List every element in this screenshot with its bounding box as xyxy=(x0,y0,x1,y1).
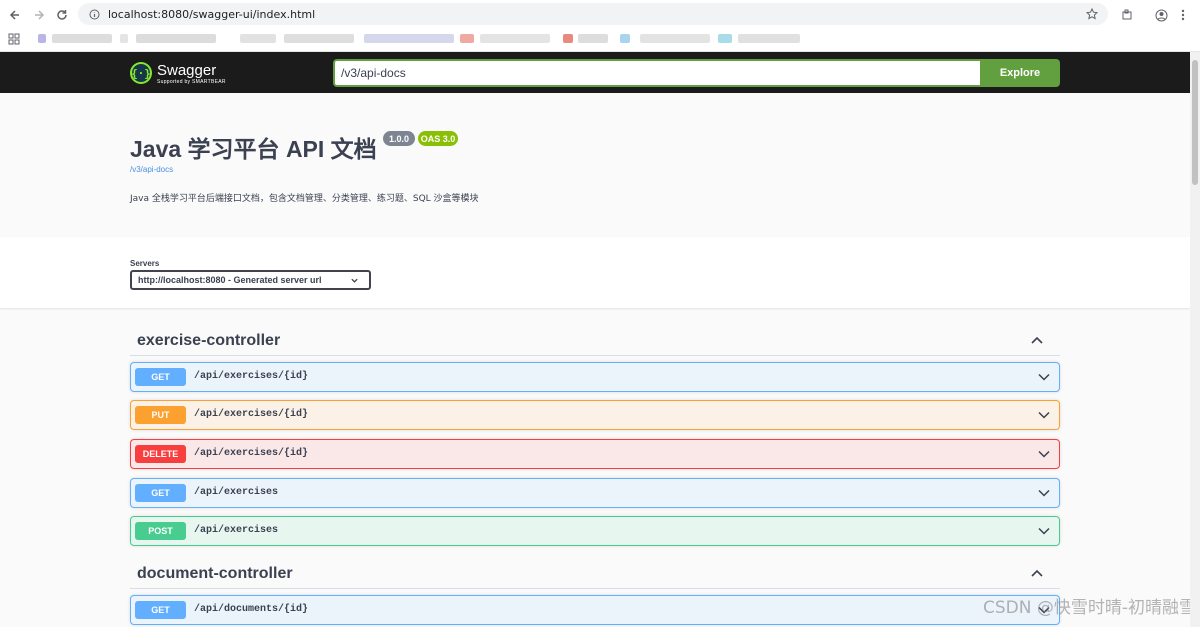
swagger-logo[interactable]: {·} Swagger Supported by SMARTBEAR xyxy=(129,59,229,87)
servers-select[interactable]: http://localhost:8080 - Generated server… xyxy=(130,270,371,290)
bookmark-item[interactable] xyxy=(640,34,710,43)
chevron-down-icon[interactable] xyxy=(1038,489,1050,497)
apps-grid-icon[interactable] xyxy=(8,33,20,45)
tag-header-exercise-controller[interactable]: exercise-controller xyxy=(130,326,1060,356)
site-info-icon[interactable] xyxy=(86,6,102,22)
bookmark-item[interactable] xyxy=(240,34,276,43)
page-scrollbar[interactable] xyxy=(1190,52,1200,627)
servers-selected-value: http://localhost:8080 - Generated server… xyxy=(138,275,322,285)
bookmark-item[interactable] xyxy=(563,34,573,43)
opblock-get-document-by-id[interactable]: GET /api/documents/{id} xyxy=(130,595,1060,625)
version-badge: 1.0.0 xyxy=(383,131,415,146)
servers-section: Servers http://localhost:8080 - Generate… xyxy=(0,237,1190,309)
method-badge: DELETE xyxy=(135,445,186,463)
bookmark-item[interactable] xyxy=(284,34,354,43)
chevron-up-icon[interactable] xyxy=(1030,568,1044,578)
bookmark-item[interactable] xyxy=(38,34,46,43)
bookmark-item[interactable] xyxy=(364,34,454,43)
opblock-get-exercise-by-id[interactable]: GET /api/exercises/{id} xyxy=(130,362,1060,392)
info-section: Java 学习平台 API 文档 1.0.0 OAS 3.0 /v3/api-d… xyxy=(0,93,1190,237)
chevron-down-icon[interactable] xyxy=(1038,411,1050,419)
method-badge: GET xyxy=(135,601,186,619)
oas-badge: OAS 3.0 xyxy=(418,131,458,146)
bookmarks-bar xyxy=(0,30,1200,50)
spec-link[interactable]: /v3/api-docs xyxy=(130,165,173,174)
chevron-up-icon[interactable] xyxy=(1030,335,1044,345)
swagger-logo-text: Swagger xyxy=(157,62,217,79)
bookmark-item[interactable] xyxy=(578,34,608,43)
operation-path: /api/exercises/{id} xyxy=(194,409,309,420)
servers-label: Servers xyxy=(130,259,160,268)
chevron-down-icon[interactable] xyxy=(1038,450,1050,458)
spec-url-input[interactable] xyxy=(333,59,980,87)
bookmark-item[interactable] xyxy=(120,34,128,43)
swagger-topbar: {·} Swagger Supported by SMARTBEAR Explo… xyxy=(0,52,1190,93)
url-text: localhost:8080/swagger-ui/index.html xyxy=(108,7,316,21)
chevron-down-icon xyxy=(351,278,358,283)
forward-icon[interactable] xyxy=(30,6,48,24)
operation-path: /api/exercises/{id} xyxy=(194,371,309,382)
reload-icon[interactable] xyxy=(53,6,71,24)
bookmark-item[interactable] xyxy=(460,34,474,43)
operations-section: exercise-controller GET /api/exercises/{… xyxy=(0,310,1190,627)
opblock-delete-exercise-by-id[interactable]: DELETE /api/exercises/{id} xyxy=(130,439,1060,469)
method-badge: PUT xyxy=(135,406,186,424)
swagger-logo-icon: {·} xyxy=(130,62,152,84)
address-bar[interactable]: localhost:8080/swagger-ui/index.html xyxy=(78,3,1108,25)
bookmark-item[interactable] xyxy=(480,34,550,43)
bookmark-item[interactable] xyxy=(620,34,630,43)
bookmark-item[interactable] xyxy=(136,34,216,43)
method-badge: GET xyxy=(135,484,186,502)
bookmark-star-icon[interactable] xyxy=(1084,6,1100,22)
method-badge: GET xyxy=(135,368,186,386)
menu-icon[interactable] xyxy=(1174,6,1192,24)
opblock-put-exercise-by-id[interactable]: PUT /api/exercises/{id} xyxy=(130,400,1060,430)
back-icon[interactable] xyxy=(6,6,24,24)
operation-path: /api/exercises xyxy=(194,525,279,536)
tag-name: exercise-controller xyxy=(137,332,281,349)
bookmark-item[interactable] xyxy=(738,34,800,43)
chevron-down-icon[interactable] xyxy=(1038,373,1050,381)
bookmark-item[interactable] xyxy=(718,34,732,43)
operation-path: /api/documents/{id} xyxy=(194,604,309,615)
tag-name: document-controller xyxy=(137,565,293,582)
svg-text:{·}: {·} xyxy=(131,67,151,80)
bookmark-item[interactable] xyxy=(52,34,112,43)
profile-icon[interactable] xyxy=(1152,6,1170,24)
tag-header-document-controller[interactable]: document-controller xyxy=(130,559,1060,589)
csdn-watermark: CSDN @快雪时晴-初晴融雪 xyxy=(982,598,1196,618)
explore-button[interactable]: Explore xyxy=(980,59,1060,87)
method-badge: POST xyxy=(135,522,186,540)
operation-path: /api/exercises xyxy=(194,487,279,498)
opblock-get-exercises[interactable]: GET /api/exercises xyxy=(130,478,1060,508)
opblock-post-exercises[interactable]: POST /api/exercises xyxy=(130,516,1060,546)
scrollbar-thumb[interactable] xyxy=(1192,60,1198,185)
browser-chrome: localhost:8080/swagger-ui/index.html xyxy=(0,0,1200,52)
extensions-icon[interactable] xyxy=(1118,6,1136,24)
chevron-down-icon[interactable] xyxy=(1038,527,1050,535)
api-description: Java 全栈学习平台后端接口文档，包含文档管理、分类管理、练习题、SQL 沙盒… xyxy=(130,194,479,204)
page-title: Java 学习平台 API 文档 xyxy=(130,136,377,162)
swagger-logo-subtext: Supported by SMARTBEAR xyxy=(157,79,226,85)
operation-path: /api/exercises/{id} xyxy=(194,448,309,459)
